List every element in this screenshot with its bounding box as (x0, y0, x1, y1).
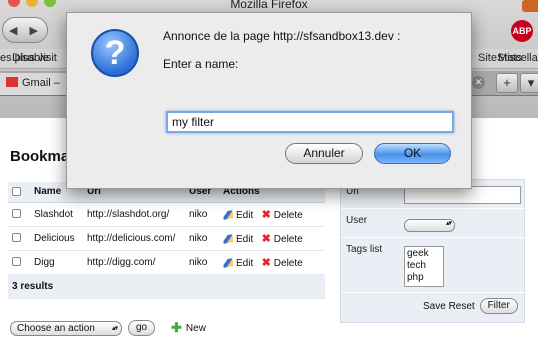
row-checkbox[interactable] (12, 233, 21, 243)
forward-arrow-icon[interactable]: ▶ (29, 24, 37, 37)
prompt-dialog: ? Annonce de la page http://sfsandbox13.… (66, 12, 472, 189)
plus-icon: ✚ (171, 320, 182, 335)
ok-button[interactable]: OK (374, 143, 451, 164)
table-footer: 3 results (8, 274, 325, 299)
cell-user: niko (185, 202, 219, 227)
user-filter-select[interactable] (404, 219, 455, 232)
delete-x-icon: ✖ (261, 232, 271, 245)
tags-filter-label: Tags list (346, 244, 383, 255)
edit-link[interactable]: Edit (222, 257, 254, 269)
row-checkbox[interactable] (12, 209, 21, 219)
delete-label: Delete (273, 233, 303, 245)
pencil-icon (222, 210, 234, 220)
delete-x-icon: ✖ (261, 256, 271, 269)
delete-x-icon: ✖ (261, 208, 271, 221)
delete-link[interactable]: ✖ Delete (261, 232, 303, 245)
tab-label: Gmail – (22, 77, 60, 89)
delete-label: Delete (273, 209, 303, 221)
adblock-plus-icon[interactable]: ABP (511, 20, 533, 42)
cell-name: Delicious (30, 226, 83, 251)
edit-label: Edit (236, 209, 254, 221)
cell-url: http://slashdot.org/ (83, 202, 185, 227)
tab-close-icon[interactable]: ✕ (472, 76, 485, 89)
pencil-icon (222, 258, 234, 268)
page-title: Bookma (10, 148, 70, 165)
table-row: Digg http://digg.com/ niko Edit ✖ Delete (8, 250, 325, 275)
pencil-icon (222, 234, 234, 244)
tab-gmail[interactable]: Gmail – (0, 73, 70, 95)
gmail-icon (6, 77, 18, 87)
delete-link[interactable]: ✖ Delete (261, 208, 303, 221)
bookmark-item[interactable]: Disable (12, 52, 49, 64)
dialog-prompt: Enter a name: (163, 57, 239, 71)
cell-url: http://digg.com/ (83, 250, 185, 275)
go-button[interactable]: go (128, 320, 155, 336)
filter-panel: Url User Tags list geek tech php Save Re… (340, 179, 526, 323)
cell-name: Slashdot (30, 202, 83, 227)
tag-option[interactable]: tech (407, 260, 441, 272)
tab-list-button[interactable]: ▾ (520, 73, 538, 93)
bookmark-item[interactable]: Miscella (498, 52, 538, 64)
new-tab-button[interactable]: + (496, 73, 518, 93)
batch-action-select[interactable]: Choose an action (10, 320, 122, 336)
tag-option[interactable]: php (407, 272, 441, 284)
name-input[interactable]: my filter (166, 111, 454, 133)
question-icon: ? (91, 29, 139, 77)
edit-link[interactable]: Edit (222, 209, 254, 221)
table-row: Slashdot http://slashdot.org/ niko Edit … (8, 202, 325, 227)
save-reset-links[interactable]: Save Reset (423, 301, 475, 312)
cell-user: niko (185, 250, 219, 275)
select-all-checkbox[interactable] (12, 187, 21, 197)
filter-actions: Save Reset Filter (423, 298, 518, 314)
results-count: 3 results (8, 274, 325, 299)
row-checkbox[interactable] (12, 257, 21, 267)
edit-label: Edit (236, 257, 254, 269)
edit-label: Edit (236, 233, 254, 245)
cell-url: http://delicious.com/ (83, 226, 185, 251)
window-title: Mozilla Firefox (230, 0, 308, 11)
delete-label: Delete (273, 257, 303, 269)
edit-link[interactable]: Edit (222, 233, 254, 245)
back-arrow-icon[interactable]: ◀ (9, 24, 17, 37)
cell-name: Digg (30, 250, 83, 275)
cancel-button[interactable]: Annuler (285, 143, 363, 164)
table-row: Delicious http://delicious.com/ niko Edi… (8, 226, 325, 251)
new-label: New (185, 322, 206, 334)
cell-user: niko (185, 226, 219, 251)
toolbar-icon[interactable] (522, 0, 538, 12)
batch-actions: Choose an action go ✚New (10, 320, 206, 336)
tag-option[interactable]: geek (407, 248, 441, 260)
back-forward-buttons[interactable]: ◀ ▶ (2, 17, 48, 43)
tags-listbox[interactable]: geek tech php (404, 246, 444, 287)
user-filter-label: User (346, 215, 368, 226)
delete-link[interactable]: ✖ Delete (261, 256, 303, 269)
filter-button[interactable]: Filter (479, 298, 518, 314)
new-link[interactable]: ✚ New (171, 320, 206, 336)
bookmarks-table: Name Url User Actions Slashdot http://sl… (8, 182, 325, 299)
dialog-title: Annonce de la page http://sfsandbox13.de… (163, 29, 401, 43)
